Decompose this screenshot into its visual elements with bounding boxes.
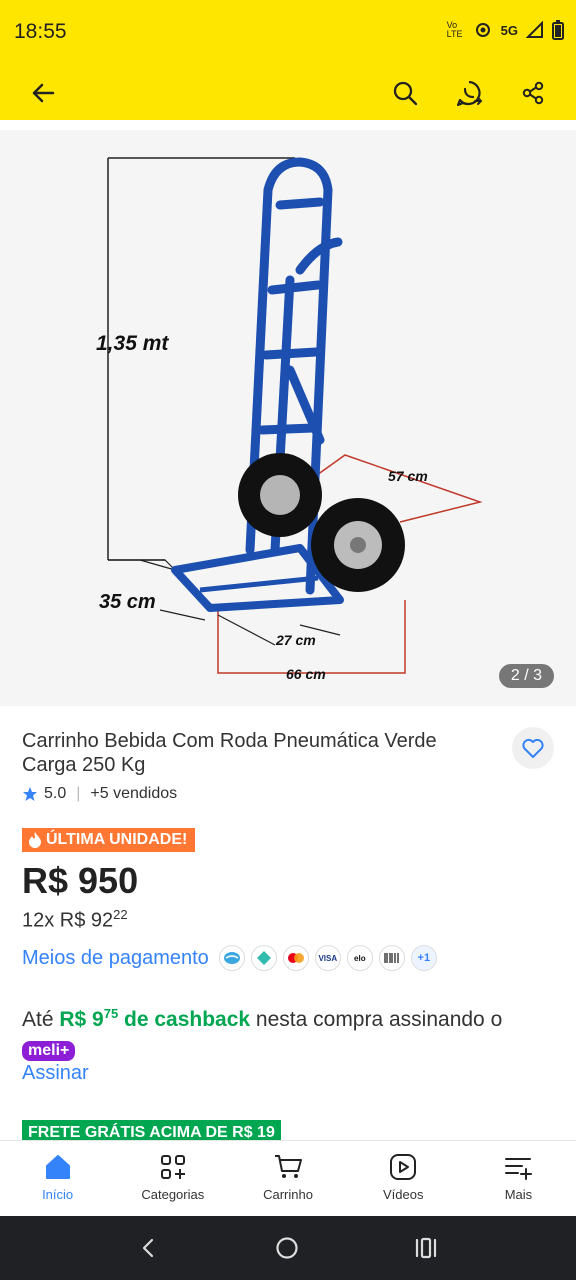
nav-mais-label: Mais [504, 1187, 533, 1202]
nav-carrinho-label: Carrinho [263, 1187, 313, 1202]
search-button[interactable] [384, 72, 426, 114]
rating-row[interactable]: 5.0 | +5 vendidos [22, 785, 177, 803]
battery-icon [552, 20, 564, 40]
dim-height-label: 1,35 mt [96, 332, 169, 355]
favorite-button[interactable] [512, 727, 554, 769]
sold-count: +5 vendidos [90, 785, 178, 802]
video-play-icon [390, 1154, 417, 1180]
boleto-logo-icon [378, 945, 405, 971]
installments-main: 12x R$ 92 [22, 909, 114, 932]
nav-videos[interactable]: Vídeos [346, 1141, 461, 1216]
menu-more-icon [505, 1158, 533, 1180]
system-recents-icon[interactable] [413, 1236, 439, 1260]
dim-depth-label: 35 cm [99, 591, 156, 613]
badge-text: ÚLTIMA UNIDADE! [46, 831, 188, 848]
nav-categorias[interactable]: Categorias [115, 1141, 230, 1216]
nav-videos-label: Vídeos [382, 1187, 424, 1202]
payment-methods-row[interactable]: Meios de pagamento VISA elo +1 [22, 945, 437, 971]
product-image-gallery[interactable]: 1,35 mt 57 cm 35 cm 27 cm 66 cm 2 / 3 [0, 130, 576, 706]
cashback-suffix: nesta compra assinando o [250, 1008, 503, 1031]
cashback-amount-main: R$ 9 [59, 1008, 104, 1031]
hand-truck-image: 1,35 mt 57 cm 35 cm 27 cm 66 cm [96, 157, 483, 682]
share-button[interactable] [512, 72, 554, 114]
dim-width-label: 57 cm [388, 468, 428, 484]
bottom-navigation: Início Categorias Carrinho Vídeos Mais [0, 1140, 576, 1216]
home-icon [45, 1155, 70, 1179]
network-label: 5G [500, 22, 518, 38]
flame-icon [29, 832, 41, 848]
payment-methods-link[interactable]: Meios de pagamento [22, 947, 209, 970]
more-payment-methods-badge: +1 [410, 945, 437, 971]
nav-mais[interactable]: Mais [461, 1141, 576, 1216]
nav-inicio-label: Início [42, 1187, 74, 1202]
price: R$ 950 [22, 860, 139, 901]
pix-logo-icon [250, 945, 277, 971]
elo-logo-icon: elo [346, 945, 373, 971]
cart-icon [275, 1155, 302, 1178]
signal-icon [526, 21, 543, 38]
last-unit-badge: ÚLTIMA UNIDADE! [22, 828, 196, 852]
categories-icon [160, 1155, 185, 1179]
search-icon [393, 81, 418, 106]
image-counter: 2 / 3 [498, 664, 554, 688]
installments: 12x R$ 9222 [22, 907, 128, 933]
system-navigation-bar [0, 1216, 576, 1280]
status-icons: Vo LTE 5G [447, 20, 564, 40]
star-icon [23, 787, 37, 801]
visa-logo-icon: VISA [314, 945, 341, 971]
cashback-text: Até R$ 975 de cashback nesta compra assi… [22, 998, 542, 1066]
whatsapp-icon [456, 80, 483, 107]
dim-base-outer-label: 66 cm [286, 666, 326, 682]
cashback-prefix: Até [22, 1008, 60, 1031]
status-time: 18:55 [14, 20, 67, 43]
meli-plus-badge: meli+ [22, 1041, 76, 1061]
hotspot-icon [475, 23, 490, 37]
rating-value: 5.0 [44, 785, 67, 802]
arrow-left-icon [32, 83, 55, 103]
whatsapp-share-button[interactable] [448, 72, 490, 114]
mercado-pago-logo-icon [218, 945, 245, 971]
nav-categorias-label: Categorias [141, 1187, 205, 1202]
installments-cents: 22 [113, 907, 128, 922]
heart-icon [522, 738, 544, 758]
back-button[interactable] [22, 72, 64, 114]
volte-icon: Vo LTE [446, 20, 463, 39]
dim-base-inner-label: 27 cm [275, 632, 316, 648]
share-icon [522, 81, 544, 105]
mastercard-logo-icon [282, 945, 309, 971]
system-home-icon[interactable] [274, 1235, 300, 1261]
nav-carrinho[interactable]: Carrinho [230, 1141, 345, 1216]
status-bar: 18:55 Vo LTE 5G [0, 0, 576, 66]
cashback-amount: R$ 975 de cashback [59, 1006, 251, 1031]
subscribe-link[interactable]: Assinar [22, 1062, 89, 1085]
top-toolbar [0, 66, 576, 120]
product-title: Carrinho Bebida Com Roda Pneumática Verd… [22, 730, 437, 776]
rating-separator: | [76, 785, 81, 802]
cashback-amount-cents: 75 [103, 1006, 119, 1021]
nav-inicio[interactable]: Início [0, 1141, 115, 1216]
cashback-label: de cashback [118, 1008, 251, 1031]
system-back-icon[interactable] [137, 1236, 161, 1260]
